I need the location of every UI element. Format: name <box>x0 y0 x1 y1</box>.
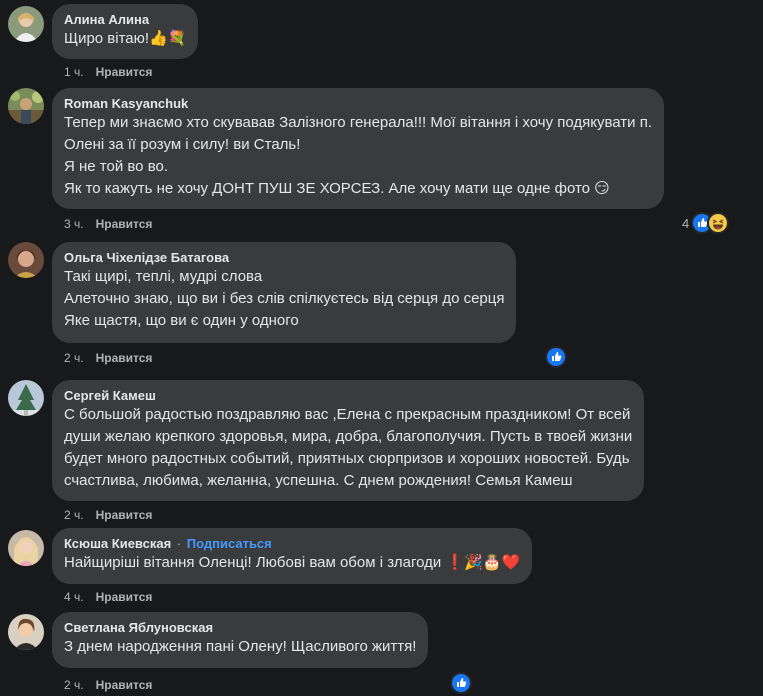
comment-bubble: Ольга Чіхелідзе Батагова Такі щирі, тепл… <box>52 242 517 343</box>
comment-time[interactable]: 2 ч. <box>64 508 84 522</box>
comment-text-line: Щиро вітаю!👍💐 <box>64 30 187 47</box>
comment-time[interactable]: 3 ч. <box>64 217 84 231</box>
separator-dot: · <box>176 536 182 551</box>
comment-text-line: Олені за її розум і силу! ви Сталь! <box>64 136 301 153</box>
comment-text-line: Алеточно знаю, що ви і без слів спілкуєт… <box>64 290 505 307</box>
comment-text-line: Яке щастя, що ви є один у одного <box>64 312 299 329</box>
comment-time[interactable]: 2 ч. <box>64 678 84 692</box>
follow-button[interactable]: Подписаться <box>187 536 272 551</box>
comment-text-line: Я не той во во. <box>64 158 169 175</box>
comment-bubble: Roman Kasyanchuk Тепер ми знаємо хто ску… <box>52 88 665 209</box>
like-button[interactable]: Нравится <box>96 65 153 79</box>
like-icon <box>450 672 472 694</box>
avatar[interactable] <box>8 614 44 650</box>
comment-author[interactable]: Светлана Яблуновская <box>64 620 416 636</box>
comment-bubble: Сергей Камеш С большой радостью поздравл… <box>52 380 645 501</box>
comment-text-line: души желаю крепкого здоровья, мира, добр… <box>64 428 633 445</box>
comment-text-line: С большой радостью поздравляю вас ,Елена… <box>64 406 631 423</box>
comment-meta: 2 ч. Нравится <box>64 508 152 522</box>
comment-meta: 3 ч. Нравится <box>64 217 152 231</box>
comment-meta: 2 ч. Нравится <box>64 678 152 692</box>
like-button[interactable]: Нравится <box>96 217 153 231</box>
comment-author[interactable]: Ксюша Киевская · Подписаться <box>64 536 520 552</box>
avatar[interactable] <box>8 242 44 278</box>
comment-time[interactable]: 4 ч. <box>64 590 84 604</box>
comment-text-line: будет много радостных событий, приятных … <box>64 450 630 467</box>
comment-text-line: Такі щирі, теплі, мудрі слова <box>64 268 263 285</box>
comment-author[interactable]: Сергей Камеш <box>64 388 632 404</box>
reaction-summary[interactable] <box>545 346 567 368</box>
like-button[interactable]: Нравится <box>96 590 153 604</box>
comment-bubble: Алина Алина Щиро вітаю!👍💐 <box>52 4 199 59</box>
comment-meta: 4 ч. Нравится <box>64 590 152 604</box>
reaction-summary[interactable] <box>450 672 472 694</box>
comment-meta: 1 ч. Нравится <box>64 65 152 79</box>
reaction-count: 4 <box>682 215 690 231</box>
like-button[interactable]: Нравится <box>96 678 153 692</box>
avatar[interactable] <box>8 380 44 416</box>
avatar[interactable] <box>8 530 44 566</box>
comment-author[interactable]: Алина Алина <box>64 12 186 28</box>
comment-text-line: Як то кажуть не хочу ДОНТ ПУШ ЗЕ ХОРСЕЗ.… <box>64 180 610 197</box>
comment-bubble: Ксюша Киевская · Подписаться Найщиріші в… <box>52 528 533 584</box>
reaction-summary[interactable]: 4 <box>682 212 730 234</box>
avatar[interactable] <box>8 88 44 124</box>
comment-bubble: Светлана Яблуновская З днем народження п… <box>52 612 429 668</box>
haha-icon <box>707 212 730 234</box>
comment-text-line: З днем народження пані Олену! Щасливого … <box>64 638 417 655</box>
comment-author[interactable]: Roman Kasyanchuk <box>64 96 652 112</box>
comment-meta: 2 ч. Нравится <box>64 351 152 365</box>
comment-time[interactable]: 1 ч. <box>64 65 84 79</box>
like-button[interactable]: Нравится <box>96 508 153 522</box>
comment-author[interactable]: Ольга Чіхелідзе Батагова <box>64 250 504 266</box>
comment-text-line: Тепер ми знаємо хто скувавав Залізного г… <box>64 114 653 131</box>
comment-text-line: Найщиріші вітання Оленці! Любові вам обо… <box>64 554 521 571</box>
avatar[interactable] <box>8 6 44 42</box>
author-name[interactable]: Ксюша Киевская <box>64 536 171 551</box>
like-icon <box>545 346 567 368</box>
comment-text-line: счастлива, любима, желанна, успешна. С д… <box>64 472 573 489</box>
comment-time[interactable]: 2 ч. <box>64 351 84 365</box>
like-button[interactable]: Нравится <box>96 351 153 365</box>
